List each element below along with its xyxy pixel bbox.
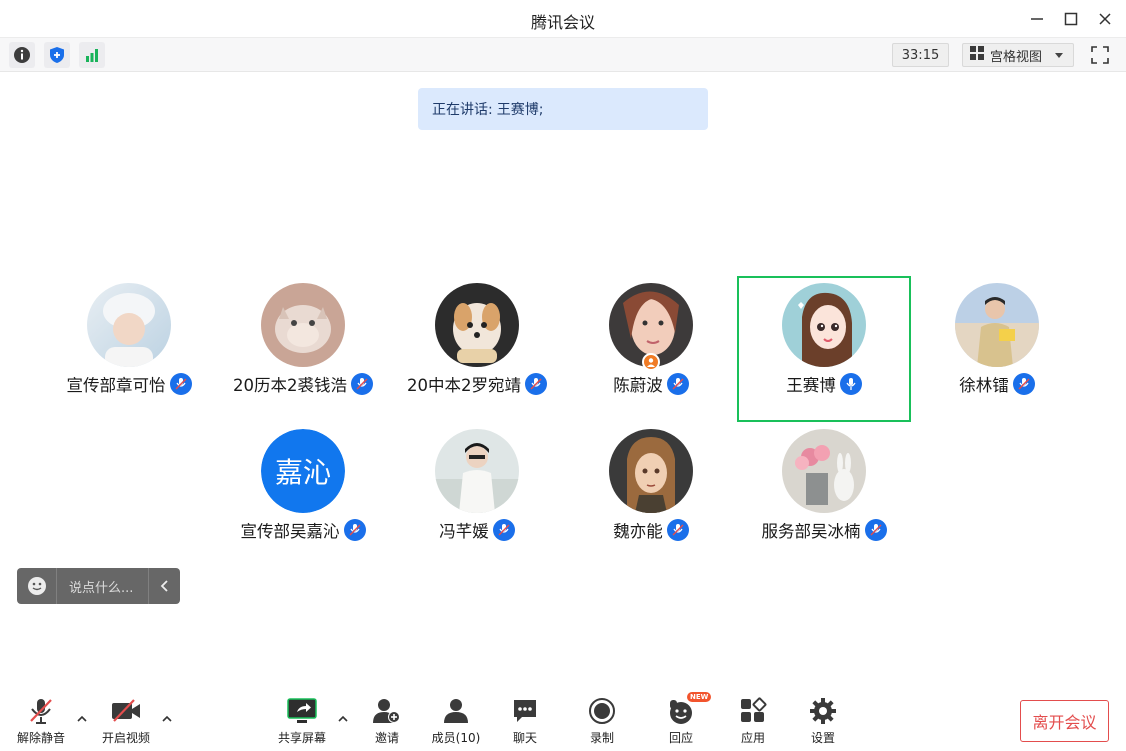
mic-muted-icon	[666, 519, 689, 541]
chat-button[interactable]: 聊天	[490, 696, 560, 746]
meeting-timer: 33:15	[892, 43, 949, 67]
share-screen-icon	[286, 696, 318, 725]
title-bar: 腾讯会议	[0, 0, 1126, 38]
chat-bubble-icon	[509, 696, 541, 725]
fullscreen-icon[interactable]	[1088, 43, 1112, 67]
speaking-name: 王赛博;	[496, 102, 544, 118]
avatar	[261, 283, 345, 367]
start-video-label: 开启视频	[101, 731, 150, 745]
invite-label: 邀请	[374, 731, 399, 745]
avatar	[955, 283, 1039, 367]
react-button[interactable]: NEW 回应	[646, 692, 716, 746]
avatar-initials: 嘉沁	[261, 429, 345, 513]
meeting-info-bar: 33:15 宫格视图	[0, 38, 1126, 72]
avatar	[782, 283, 866, 367]
participant-name: 20历本2裘钱浩	[233, 376, 347, 395]
participant-tile[interactable]: 20中本2罗宛靖	[390, 276, 564, 422]
grid-view-icon	[969, 45, 985, 65]
mic-off-icon	[25, 696, 57, 725]
chevron-up-icon[interactable]	[160, 711, 174, 725]
participant-tile[interactable]: 冯芊媛	[390, 422, 564, 568]
emoji-icon[interactable]	[17, 568, 57, 604]
window-title: 腾讯会议	[530, 13, 595, 32]
chevron-up-icon[interactable]	[336, 711, 350, 725]
participant-name: 冯芊媛	[439, 522, 489, 541]
participant-tile[interactable]: 陈蔚波	[564, 276, 738, 422]
participant-name: 王赛博	[786, 376, 836, 395]
new-badge: NEW	[687, 692, 712, 702]
maximize-icon[interactable]	[1060, 8, 1082, 30]
participant-tile[interactable]: 宣传部章可怡	[42, 276, 216, 422]
mic-muted-icon	[666, 373, 689, 395]
participant-name: 宣传部吴嘉沁	[240, 522, 340, 541]
minimize-icon[interactable]	[1026, 8, 1048, 30]
leave-meeting-button[interactable]: 离开会议	[1020, 700, 1109, 742]
gear-icon	[807, 696, 839, 725]
view-mode-dropdown[interactable]: 宫格视图	[962, 43, 1074, 67]
participant-tile[interactable]: 魏亦能	[564, 422, 738, 568]
invite-button[interactable]: 邀请	[352, 696, 422, 746]
record-label: 录制	[589, 731, 614, 745]
mic-muted-icon	[351, 373, 373, 395]
share-screen-button[interactable]: 共享屏幕	[267, 696, 337, 746]
mic-muted-icon	[525, 373, 547, 395]
mic-muted-icon	[343, 519, 366, 541]
apps-label: 应用	[740, 731, 765, 745]
mic-muted-icon	[169, 373, 192, 395]
chevron-left-icon[interactable]	[148, 568, 180, 604]
add-user-icon	[371, 696, 403, 725]
quick-chat-bar[interactable]: 说点什么...	[17, 568, 180, 604]
avatar	[435, 429, 519, 513]
react-label: 回应	[668, 731, 693, 745]
reaction-icon: NEW	[665, 692, 712, 725]
unmute-button[interactable]: 解除静音	[6, 696, 76, 746]
signal-strength-icon[interactable]	[79, 42, 105, 68]
participant-tile[interactable]: 徐林镭	[910, 276, 1084, 422]
active-speaker-banner: 正在讲话: 王赛博;	[418, 88, 708, 130]
avatar	[609, 429, 693, 513]
participant-name: 宣传部章可怡	[66, 376, 166, 395]
participant-tile-active-speaker[interactable]: 王赛博	[737, 276, 911, 422]
chat-input-placeholder[interactable]: 说点什么...	[57, 577, 148, 596]
share-screen-label: 共享屏幕	[277, 731, 326, 745]
participant-tile[interactable]: 嘉沁 宣传部吴嘉沁	[216, 422, 390, 568]
participant-name: 魏亦能	[613, 522, 663, 541]
avatar	[782, 429, 866, 513]
chat-label: 聊天	[512, 731, 537, 745]
participant-tile[interactable]: 20历本2裘钱浩	[216, 276, 390, 422]
view-mode-label: 宫格视图	[990, 49, 1043, 65]
close-icon[interactable]	[1094, 8, 1116, 30]
participant-name: 陈蔚波	[613, 376, 663, 395]
settings-button[interactable]: 设置	[788, 696, 858, 746]
participant-name: 服务部吴冰楠	[761, 522, 861, 541]
members-button[interactable]: 成员(10)	[421, 696, 491, 746]
members-label: 成员(10)	[431, 731, 481, 745]
record-icon	[586, 696, 618, 725]
record-button[interactable]: 录制	[567, 696, 637, 746]
host-badge-icon	[642, 353, 660, 371]
mic-muted-icon	[1012, 373, 1035, 395]
mic-speaking-icon	[839, 373, 862, 395]
apps-button[interactable]: 应用	[718, 696, 788, 746]
dropdown-caret-icon	[1055, 48, 1064, 63]
participant-name: 20中本2罗宛靖	[407, 376, 521, 395]
members-icon	[440, 696, 472, 725]
participant-tile[interactable]: 服务部吴冰楠	[737, 422, 911, 568]
apps-grid-icon	[737, 696, 769, 725]
mic-muted-icon	[492, 519, 515, 541]
unmute-label: 解除静音	[16, 731, 65, 745]
avatar	[435, 283, 519, 367]
chevron-up-icon[interactable]	[75, 711, 89, 725]
start-video-button[interactable]: 开启视频	[91, 696, 161, 746]
speaking-prefix: 正在讲话:	[432, 102, 493, 118]
info-icon[interactable]	[9, 42, 35, 68]
participant-name: 徐林镭	[959, 376, 1009, 395]
camera-off-icon	[110, 696, 142, 725]
avatar	[87, 283, 171, 367]
settings-label: 设置	[810, 731, 835, 745]
mic-muted-icon	[864, 519, 887, 541]
meeting-toolbar: 解除静音 开启视频 共享屏幕 邀请 成员(10) 聊天 录制 NEW 回应 应用…	[0, 686, 1126, 751]
security-shield-icon[interactable]	[44, 42, 70, 68]
avatar: 嘉沁	[261, 429, 345, 513]
